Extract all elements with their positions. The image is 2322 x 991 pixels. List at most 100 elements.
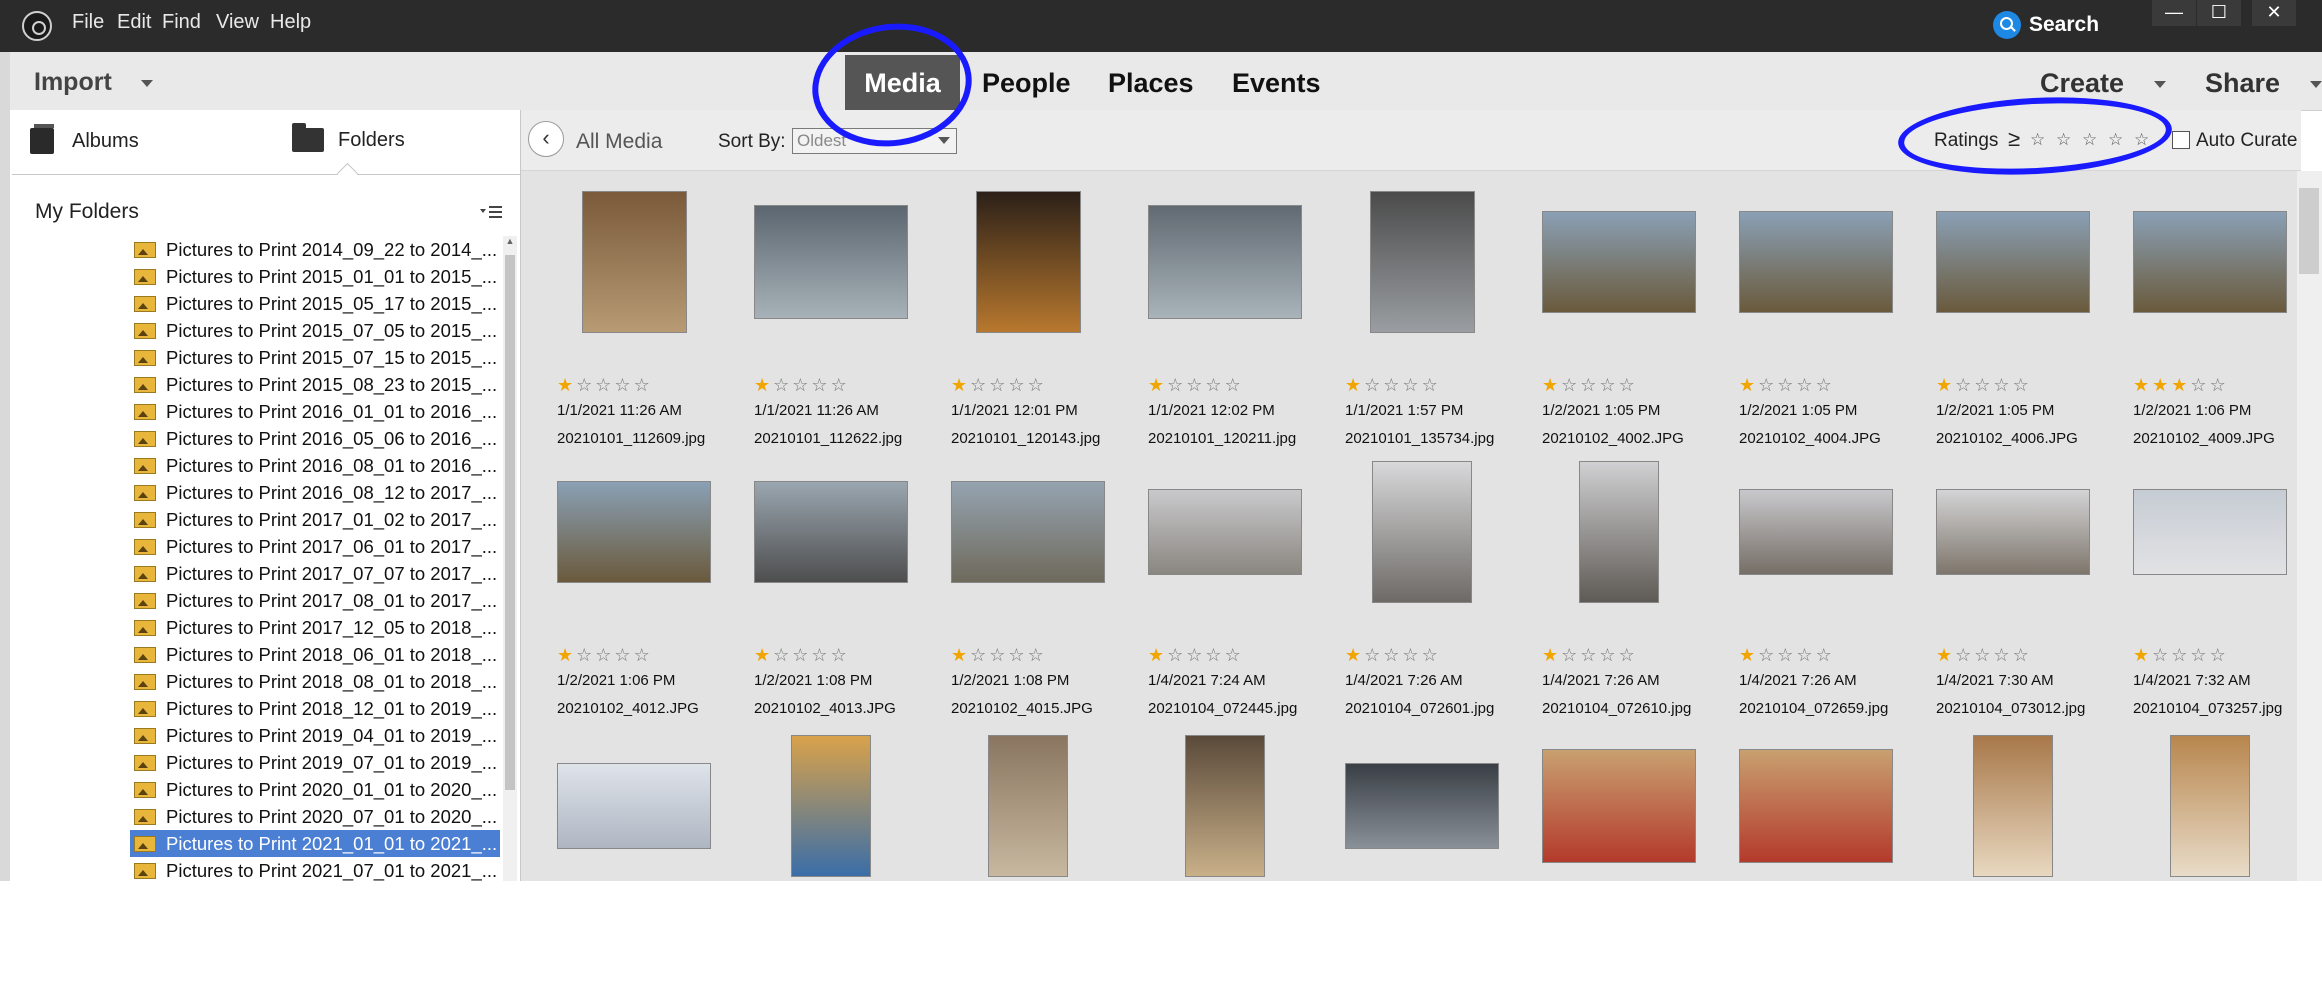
star-rating[interactable]: ★☆☆☆☆ <box>1148 375 1244 396</box>
photo-thumbnail[interactable] <box>754 205 908 319</box>
star-icon[interactable]: ★ <box>754 375 773 395</box>
albums-tab[interactable]: Albums <box>30 124 139 154</box>
media-item[interactable]: ★☆☆☆☆ 1/1/2021 12:02 PM 20210101_120211.jp… <box>1130 191 1325 451</box>
star-icon[interactable]: ★ <box>2133 375 2152 395</box>
folder-item[interactable]: Pictures to Print 2021_01_01 to 2021_... <box>130 830 500 857</box>
star-icon[interactable]: ☆ <box>811 375 830 395</box>
grid-scrollbar[interactable] <box>2297 171 2322 881</box>
star-rating[interactable]: ★☆☆☆☆ <box>951 375 1047 396</box>
folder-item[interactable]: Pictures to Print 2020_01_01 to 2020_... <box>130 776 500 803</box>
media-item[interactable]: ★☆☆☆☆ 1/4/2021 7:30 AM 20210104_073012.jpg <box>1918 461 2113 721</box>
scroll-up-arrow-icon[interactable]: ▲ <box>503 236 517 250</box>
folder-item[interactable]: Pictures to Print 2017_12_05 to 2018_... <box>130 614 500 641</box>
photo-thumbnail[interactable] <box>581 191 687 333</box>
star-icon[interactable]: ★ <box>1936 375 1955 395</box>
star-icon[interactable]: ☆ <box>1205 375 1224 395</box>
star-icon[interactable]: ★ <box>1148 375 1167 395</box>
star-icon[interactable]: ☆ <box>614 375 633 395</box>
star-icon[interactable]: ☆ <box>773 375 792 395</box>
folder-item[interactable]: Pictures to Print 2015_05_17 to 2015_... <box>130 290 500 317</box>
folder-item[interactable]: Pictures to Print 2017_08_01 to 2017_... <box>130 587 500 614</box>
star-icon[interactable]: ★ <box>557 375 576 395</box>
media-item[interactable]: ★☆☆☆☆ 1/4/2021 7:26 AM 20210104_072601.jpg <box>1327 461 1522 721</box>
create-button[interactable]: Create <box>2040 68 2166 99</box>
star-icon[interactable]: ☆ <box>1993 375 2012 395</box>
star-icon[interactable]: ☆ <box>1364 645 1383 665</box>
photo-thumbnail[interactable] <box>791 735 871 877</box>
star-icon[interactable]: ☆ <box>1796 645 1815 665</box>
star-icon[interactable]: ☆ <box>1955 645 1974 665</box>
star-icon[interactable]: ☆ <box>1619 375 1638 395</box>
media-item[interactable]: ★☆☆☆☆ 1/2/2021 1:06 PM 20210102_4012.JPG <box>539 461 734 721</box>
star-icon[interactable]: ★ <box>1148 645 1167 665</box>
photo-thumbnail[interactable] <box>754 481 908 583</box>
star-icon[interactable]: ☆ <box>1619 645 1638 665</box>
star-rating[interactable]: ★☆☆☆☆ <box>557 645 653 666</box>
menu-file[interactable]: File <box>72 11 104 34</box>
menu-edit[interactable]: Edit <box>117 11 151 34</box>
media-item[interactable]: ★☆☆☆☆ 1/2/2021 1:05 PM 20210102_4004.JPG <box>1721 191 1916 451</box>
star-icon[interactable]: ☆ <box>1383 645 1402 665</box>
star-icon[interactable]: ☆ <box>634 375 653 395</box>
star-icon[interactable]: ☆ <box>1008 375 1027 395</box>
star-icon[interactable]: ☆ <box>1422 645 1441 665</box>
photo-thumbnail[interactable] <box>557 481 711 583</box>
star-icon[interactable]: ☆ <box>831 375 850 395</box>
menu-find[interactable]: Find <box>162 11 201 34</box>
star-icon[interactable]: ☆ <box>1816 375 1835 395</box>
star-icon[interactable]: ☆ <box>2171 645 2190 665</box>
photo-thumbnail[interactable] <box>1739 489 1893 575</box>
folder-item[interactable]: Pictures to Print 2020_07_01 to 2020_... <box>130 803 500 830</box>
star-icon[interactable]: ★ <box>1936 645 1955 665</box>
folder-item[interactable]: Pictures to Print 2015_07_05 to 2015_... <box>130 317 500 344</box>
photo-thumbnail[interactable] <box>1542 211 1696 313</box>
tab-people[interactable]: People <box>982 68 1071 99</box>
media-item[interactable] <box>1130 731 1325 991</box>
star-icon[interactable]: ☆ <box>1186 375 1205 395</box>
star-icon[interactable]: ☆ <box>1561 375 1580 395</box>
star-rating[interactable]: ★☆☆☆☆ <box>1936 645 2032 666</box>
folder-item[interactable]: Pictures to Print 2019_07_01 to 2019_... <box>130 749 500 776</box>
folders-tab[interactable]: Folders <box>292 123 405 152</box>
photo-thumbnail[interactable] <box>1542 749 1696 863</box>
star-rating[interactable]: ★☆☆☆☆ <box>754 375 850 396</box>
star-icon[interactable]: ☆ <box>576 375 595 395</box>
photo-thumbnail[interactable] <box>988 735 1068 877</box>
auto-curate-checkbox[interactable] <box>2172 131 2190 149</box>
star-icon[interactable]: ☆ <box>1167 645 1186 665</box>
photo-thumbnail[interactable] <box>1579 461 1659 603</box>
photo-thumbnail[interactable] <box>2170 735 2250 877</box>
star-icon[interactable]: ☆ <box>773 645 792 665</box>
media-item[interactable]: ★☆☆☆☆ 1/1/2021 11:26 AM 20210101_112622.jp… <box>736 191 931 451</box>
media-item[interactable]: ★☆☆☆☆ 1/2/2021 1:08 PM 20210102_4015.JPG <box>933 461 1128 721</box>
tab-places[interactable]: Places <box>1108 68 1194 99</box>
star-rating[interactable]: ★☆☆☆☆ <box>1542 375 1638 396</box>
media-item[interactable]: ★☆☆☆☆ 1/4/2021 7:26 AM 20210104_072659.jpg <box>1721 461 1916 721</box>
back-button[interactable]: ‹ <box>528 121 564 157</box>
star-icon[interactable]: ☆ <box>970 645 989 665</box>
photo-thumbnail[interactable] <box>1372 461 1472 603</box>
media-item[interactable]: ★☆☆☆☆ 1/4/2021 7:24 AM 20210104_072445.jpg <box>1130 461 1325 721</box>
star-icon[interactable]: ☆ <box>1599 645 1618 665</box>
star-icon[interactable]: ☆ <box>2152 645 2171 665</box>
photo-thumbnail[interactable] <box>1739 749 1893 863</box>
media-item[interactable]: ★☆☆☆☆ 1/2/2021 1:05 PM 20210102_4006.JPG <box>1918 191 2113 451</box>
menu-help[interactable]: Help <box>270 11 311 34</box>
star-icon[interactable]: ☆ <box>1402 645 1421 665</box>
photo-thumbnail[interactable] <box>1148 205 1302 319</box>
folder-item[interactable]: Pictures to Print 2017_06_01 to 2017_... <box>130 533 500 560</box>
folder-item[interactable]: Pictures to Print 2018_06_01 to 2018_... <box>130 641 500 668</box>
folder-item[interactable]: Pictures to Print 2018_12_01 to 2019_... <box>130 695 500 722</box>
star-icon[interactable]: ☆ <box>1758 645 1777 665</box>
photo-thumbnail[interactable] <box>1936 211 2090 313</box>
photo-thumbnail[interactable] <box>1148 489 1302 575</box>
folder-item[interactable]: Pictures to Print 2021_07_01 to 2021_... <box>130 857 500 884</box>
star-icon[interactable]: ☆ <box>1225 375 1244 395</box>
star-rating[interactable]: ★☆☆☆☆ <box>951 645 1047 666</box>
star-icon[interactable]: ☆ <box>792 645 811 665</box>
star-icon[interactable]: ☆ <box>1599 375 1618 395</box>
star-icon[interactable]: ☆ <box>595 375 614 395</box>
star-icon[interactable]: ☆ <box>989 645 1008 665</box>
maximize-button[interactable]: ☐ <box>2197 0 2241 26</box>
star-icon[interactable]: ☆ <box>1974 645 1993 665</box>
